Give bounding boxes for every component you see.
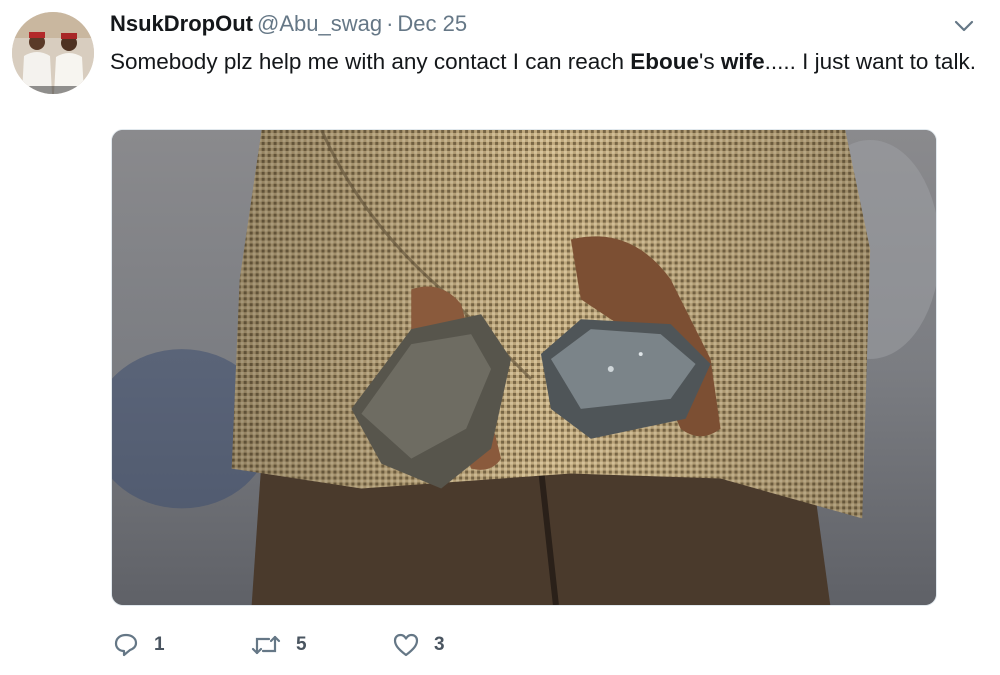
retweet-icon bbox=[251, 635, 281, 655]
heart-icon bbox=[393, 633, 419, 657]
separator-dot: · bbox=[386, 11, 394, 36]
chevron-down-icon[interactable] bbox=[952, 16, 976, 36]
tweet-text-part: ..... I just want to talk. bbox=[764, 49, 976, 74]
like-count: 3 bbox=[434, 634, 445, 655]
reply-count: 1 bbox=[154, 634, 165, 655]
avatar[interactable] bbox=[12, 12, 94, 94]
tweet-text: Somebody plz help me with any contact I … bbox=[110, 44, 990, 79]
tweet-text-part: Somebody plz help me with any contact I … bbox=[110, 49, 631, 74]
tweet-date[interactable]: Dec 25 bbox=[397, 11, 467, 36]
tweet-text-bold: wife bbox=[720, 49, 765, 74]
tweet-header: NsukDropOut @Abu_swag · Dec 25 bbox=[110, 10, 467, 38]
photo-image bbox=[112, 130, 936, 605]
avatar-image bbox=[12, 12, 94, 94]
tweet-text-part: 's bbox=[699, 49, 721, 74]
tweet-text-bold: Eboue bbox=[630, 49, 700, 74]
tweet-card: NsukDropOut @Abu_swag · Dec 25 Somebody plz… bbox=[0, 0, 1000, 675]
retweet-button[interactable]: 5 bbox=[250, 628, 307, 662]
retweet-count: 5 bbox=[296, 634, 307, 655]
user-handle[interactable]: @Abu_swag bbox=[257, 11, 382, 36]
reply-button[interactable]: 1 bbox=[112, 628, 165, 662]
tweet-photo[interactable] bbox=[111, 129, 937, 606]
display-name[interactable]: NsukDropOut bbox=[110, 11, 253, 36]
reply-icon bbox=[114, 633, 138, 657]
like-button[interactable]: 3 bbox=[392, 628, 445, 662]
